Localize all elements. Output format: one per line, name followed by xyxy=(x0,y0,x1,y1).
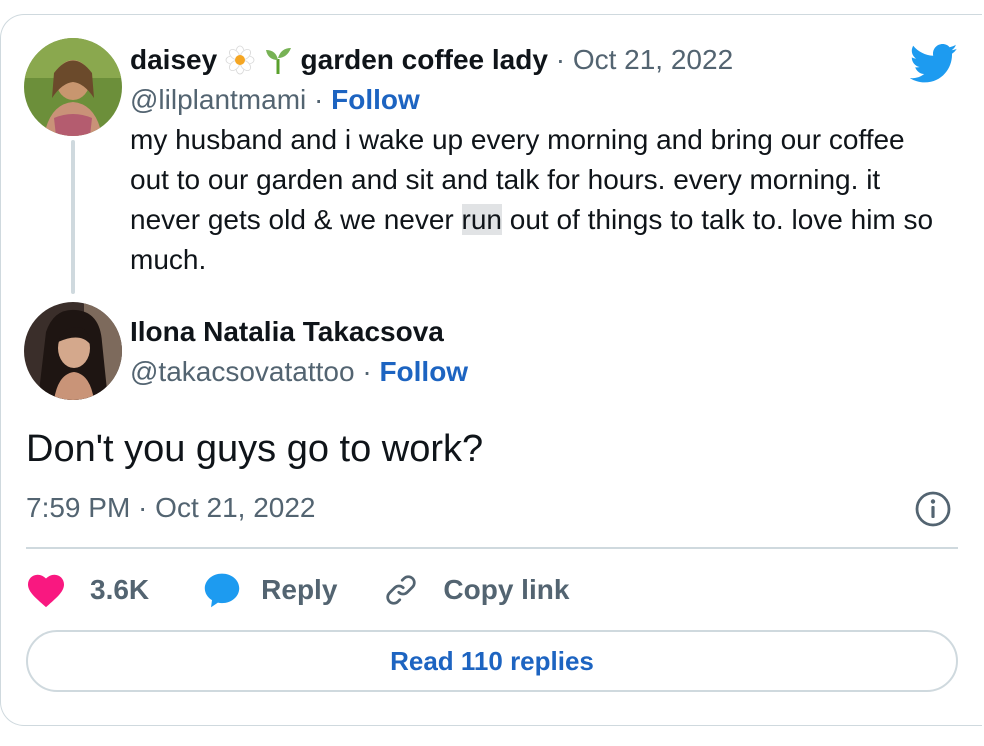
quoted-tweet-text: my husband and i wake up every morning a… xyxy=(130,120,950,280)
divider xyxy=(26,547,958,549)
quoted-tweet-date[interactable]: Oct 21, 2022 xyxy=(573,44,733,75)
avatar-daisey[interactable] xyxy=(24,38,122,136)
highlighted-word: run xyxy=(461,204,502,235)
quoted-author-name-suffix: garden coffee lady xyxy=(300,44,548,75)
reply-author-handle[interactable]: @takacsovatattoo xyxy=(130,356,355,387)
action-bar: 3.6K Reply Copy link xyxy=(26,568,569,612)
quoted-author-handle[interactable]: @lilplantmami xyxy=(130,84,306,115)
link-icon xyxy=(386,575,417,605)
quoted-tweet-header: daisey garden coffee lady · Oct 21, 2022 xyxy=(130,40,733,80)
avatar-ilona-image xyxy=(24,302,122,400)
thread-connector-line xyxy=(71,140,75,294)
follow-daisey-button[interactable]: Follow xyxy=(331,84,420,115)
reply-tweet-text: Don't you guys go to work? xyxy=(26,428,484,470)
like-count: 3.6K xyxy=(90,574,150,605)
twitter-bird-icon[interactable] xyxy=(910,44,958,84)
reply-handle-row: @takacsovatattoo · Follow xyxy=(130,352,468,392)
info-icon[interactable] xyxy=(914,490,952,528)
avatar-ilona[interactable] xyxy=(24,302,122,400)
reply-author-name[interactable]: Ilona Natalia Takacsova xyxy=(130,312,444,352)
like-button[interactable]: 3.6K xyxy=(26,572,149,608)
heart-icon xyxy=(28,574,64,608)
avatar-daisey-image xyxy=(24,38,122,136)
speech-bubble-icon xyxy=(204,573,240,608)
reply-timestamp[interactable]: 7:59 PM · Oct 21, 2022 xyxy=(26,488,316,528)
separator-dot: · xyxy=(555,44,566,75)
reply-button[interactable]: Reply xyxy=(203,572,337,608)
separator-dot: · xyxy=(362,356,372,387)
separator-dot: · xyxy=(314,84,324,115)
quoted-author-name[interactable]: daisey xyxy=(130,44,217,75)
read-replies-button[interactable]: Read 110 replies xyxy=(26,630,958,692)
copy-link-button[interactable]: Copy link xyxy=(383,572,569,608)
copy-link-label: Copy link xyxy=(443,574,570,605)
seedling-emoji-icon xyxy=(265,48,291,74)
follow-ilona-button[interactable]: Follow xyxy=(379,356,468,387)
quoted-handle-row: @lilplantmami · Follow xyxy=(130,80,420,120)
flower-emoji-icon xyxy=(225,45,255,75)
reply-label: Reply xyxy=(261,574,338,605)
